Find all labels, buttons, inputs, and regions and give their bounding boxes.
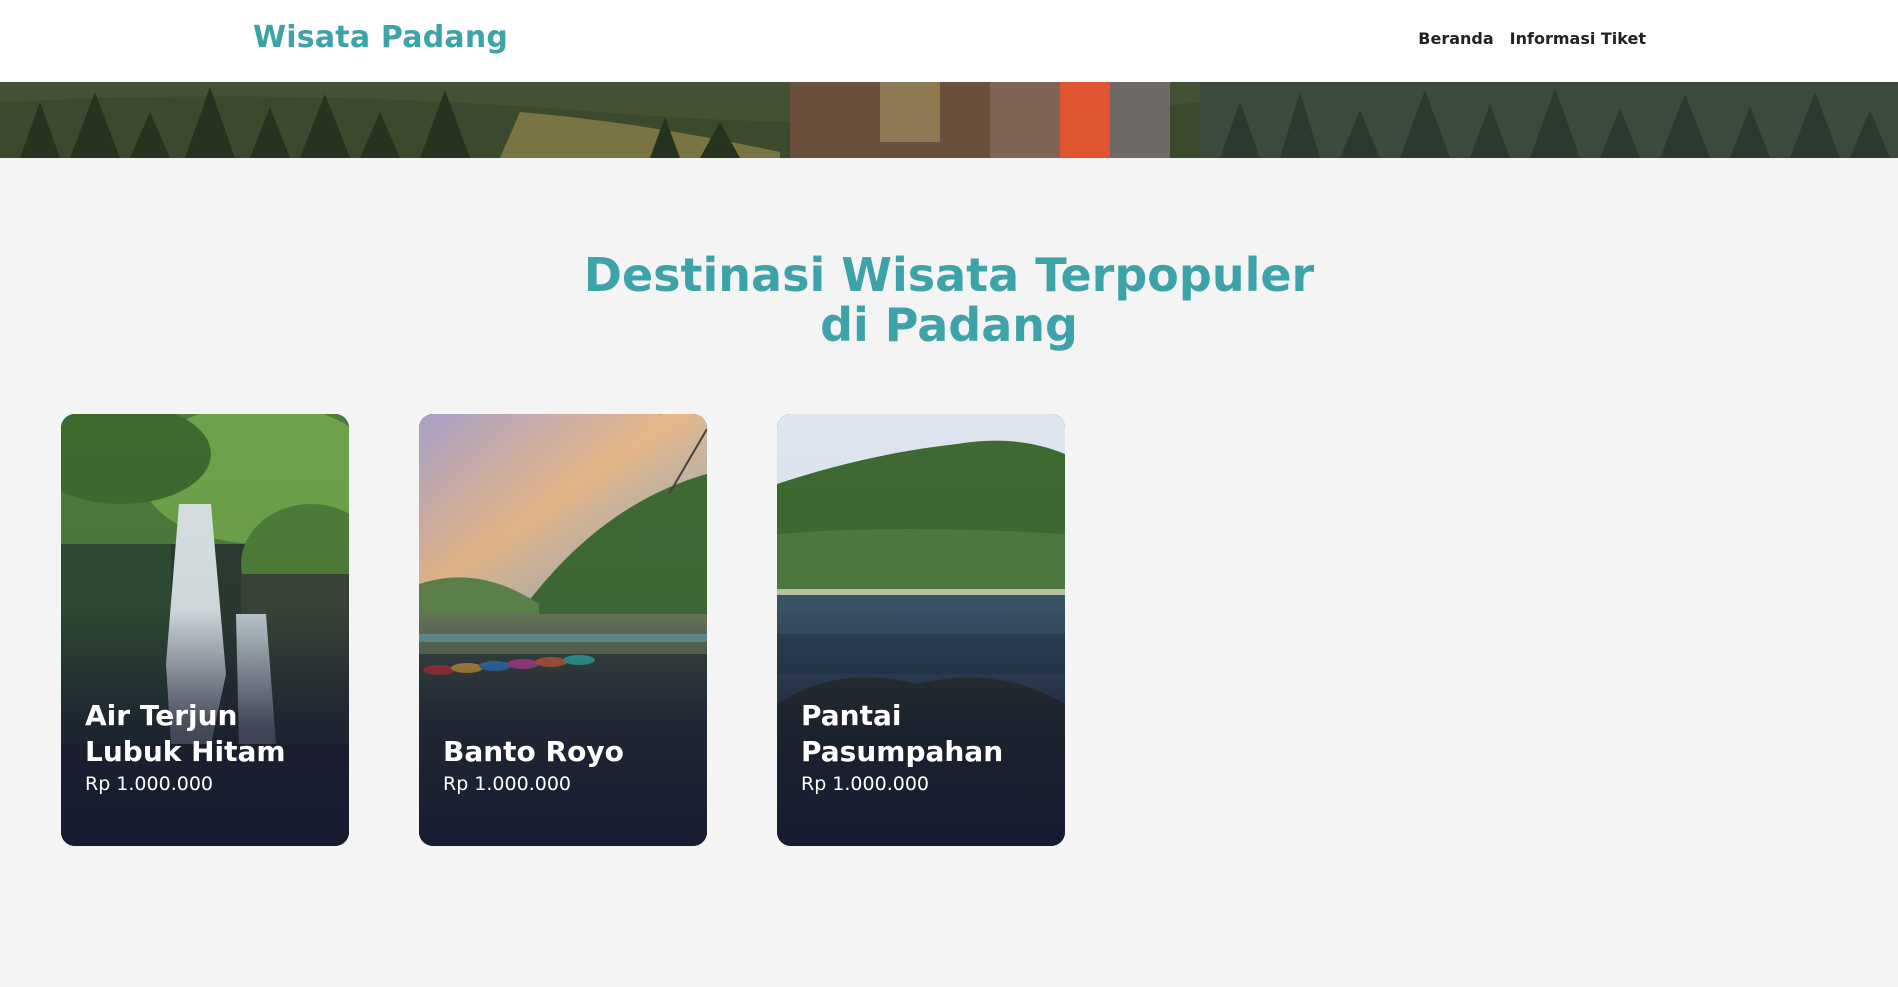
section-title: Destinasi Wisata Terpopuler di Padang <box>0 250 1898 350</box>
hero-banner-image <box>0 82 1898 158</box>
nav-links: Beranda Informasi Tiket <box>1418 29 1646 48</box>
nav-link-informasi-tiket[interactable]: Informasi Tiket <box>1510 29 1646 48</box>
card-price: Rp 1.000.000 <box>801 773 929 795</box>
card-price: Rp 1.000.000 <box>85 773 213 795</box>
nav-link-beranda[interactable]: Beranda <box>1418 29 1493 48</box>
destination-card-air-terjun-lubuk-hitam[interactable]: Air Terjun Lubuk Hitam Rp 1.000.000 <box>61 414 349 846</box>
destination-card-banto-royo[interactable]: Banto Royo Rp 1.000.000 <box>419 414 707 846</box>
card-title: Pantai Pasumpahan <box>801 699 1004 768</box>
navbar: Wisata Padang Beranda Informasi Tiket <box>0 0 1898 82</box>
section-title-line-1: Destinasi Wisata Terpopuler <box>583 248 1315 302</box>
card-title: Air Terjun Lubuk Hitam <box>85 699 286 768</box>
card-title: Banto Royo <box>443 735 624 768</box>
hero-forest-photo <box>0 82 1898 158</box>
brand-logo[interactable]: Wisata Padang <box>253 20 508 55</box>
destination-card-pantai-pasumpahan[interactable]: Pantai Pasumpahan Rp 1.000.000 <box>777 414 1065 846</box>
section-title-line-2: di Padang <box>820 298 1078 352</box>
card-price: Rp 1.000.000 <box>443 773 571 795</box>
